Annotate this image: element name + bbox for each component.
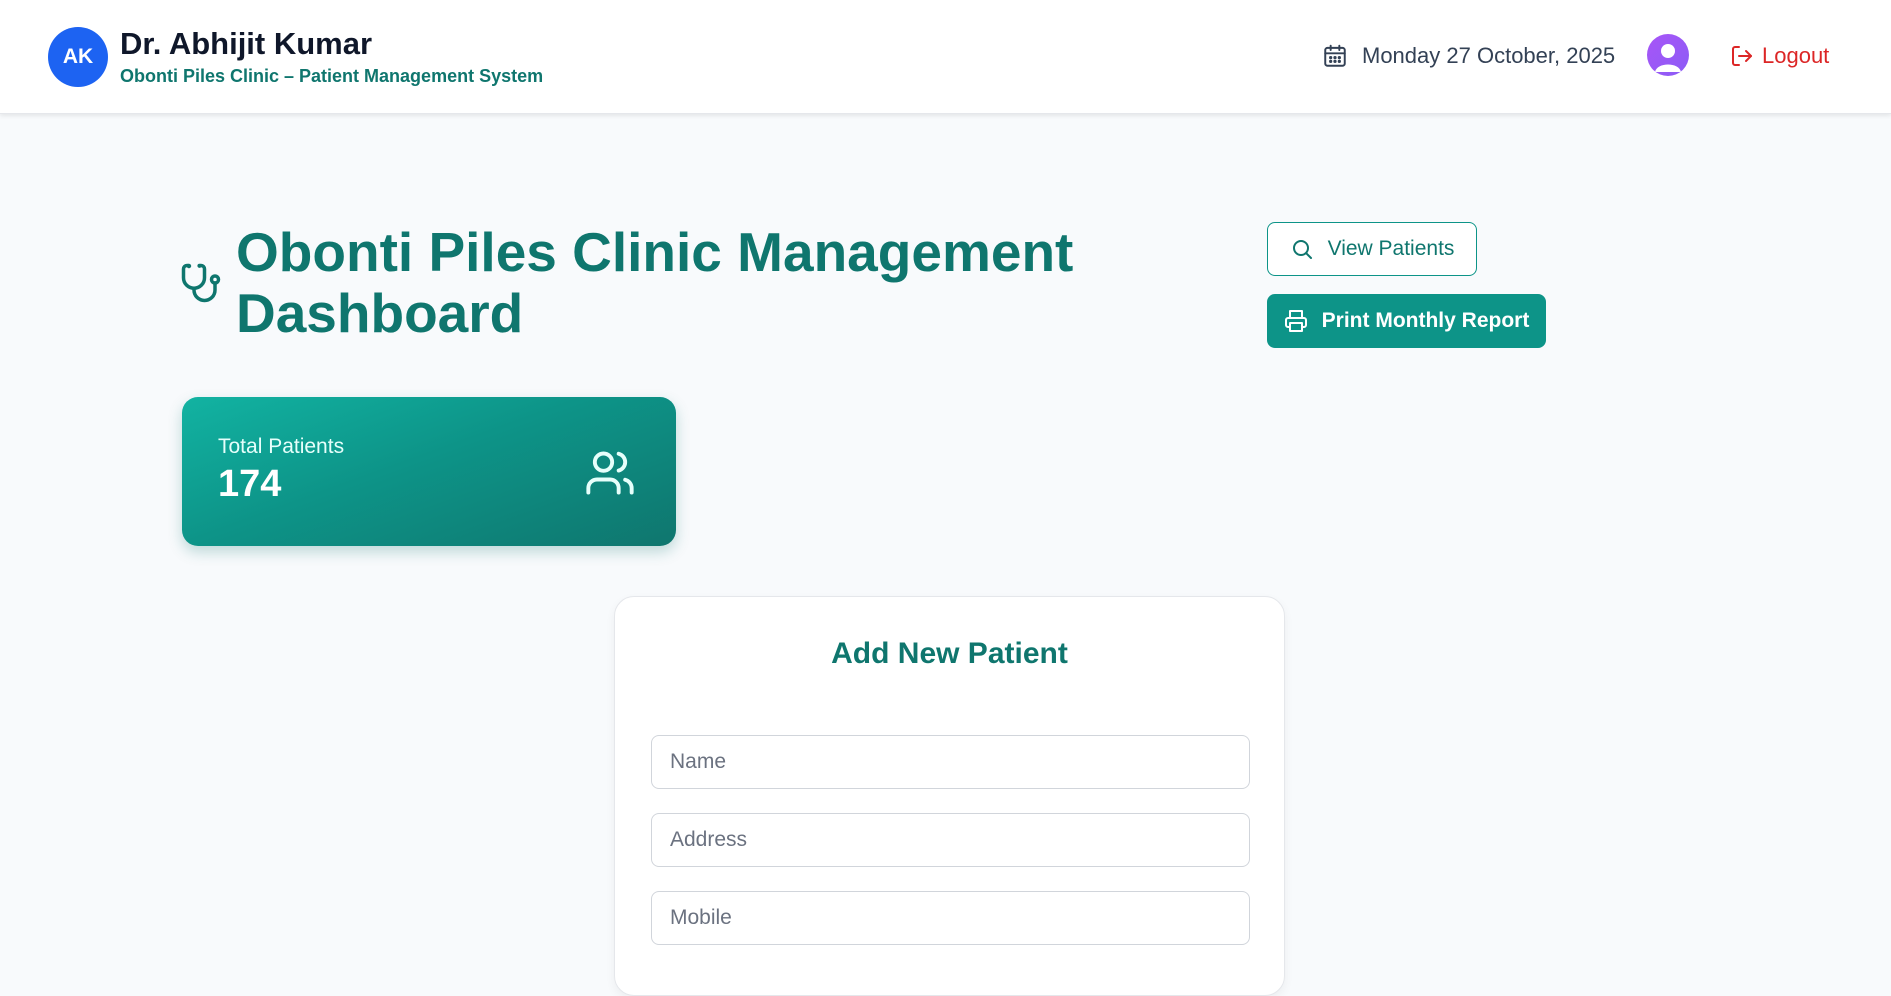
address-input[interactable] (651, 813, 1250, 867)
print-report-label: Print Monthly Report (1321, 309, 1530, 332)
logout-icon (1732, 46, 1752, 66)
view-patients-label: View Patients (1327, 237, 1455, 260)
current-date: Monday 27 October, 2025 (1322, 40, 1615, 72)
doctor-initials: AK (62, 45, 94, 68)
form-title: Add New Patient (831, 637, 1068, 670)
total-patients-card: Total Patients 174 (182, 397, 676, 546)
total-patients-label: Total Patients (218, 435, 345, 458)
view-patients-button[interactable]: View Patients (1267, 222, 1477, 276)
user-avatar-icon[interactable] (1647, 34, 1689, 76)
logout-label: Logout (1762, 43, 1830, 68)
mobile-input[interactable] (651, 891, 1250, 945)
clinic-subtitle: Obonti Piles Clinic – Patient Management… (120, 66, 544, 86)
doctor-avatar: AK (48, 27, 108, 87)
printer-icon (1284, 310, 1307, 332)
total-patients-value: 174 (218, 463, 282, 505)
doctor-name: Dr. Abhijit Kumar (120, 26, 373, 61)
add-patient-form: Add New Patient (614, 596, 1285, 996)
stethoscope-icon (181, 263, 221, 303)
search-icon (1292, 240, 1312, 259)
top-header: AK Dr. Abhijit Kumar Obonti Piles Clinic… (0, 0, 1891, 114)
logout-button[interactable]: Logout (1730, 40, 1829, 72)
name-input[interactable] (651, 735, 1250, 789)
calendar-icon (1324, 44, 1346, 67)
print-monthly-report-button[interactable]: Print Monthly Report (1267, 294, 1546, 348)
date-text: Monday 27 October, 2025 (1362, 43, 1616, 68)
page-title: Obonti Piles Clinic Management Dashboard (236, 221, 1074, 344)
users-icon (586, 451, 634, 495)
page-title-block: Obonti Piles Clinic Management Dashboard (180, 222, 1136, 344)
